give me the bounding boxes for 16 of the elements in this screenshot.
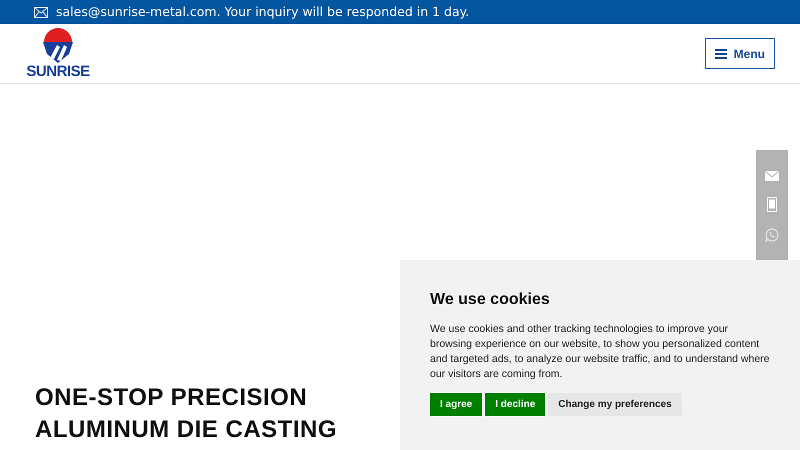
menu-icon: [714, 48, 727, 58]
cookie-button[interactable]: I decline: [485, 393, 546, 416]
mail-icon: [34, 6, 48, 18]
chat-icon[interactable]: [765, 228, 779, 242]
contact-text: sales@sunrise-metal.com. Your inquiry will be responded in 1 day.: [56, 2, 470, 21]
cookie-button[interactable]: I agree: [430, 393, 482, 416]
cookie-text: We use cookies and other tracking technologies to improve your browsing experience on our website, to show you personalized content and targeted ads, to analyze our website traffic, and to understand where our visitors are coming from.: [430, 322, 770, 382]
phone-icon[interactable]: [767, 197, 777, 212]
logo-text: SUNRISE: [26, 64, 90, 80]
mail-icon[interactable]: [765, 171, 779, 181]
cookie-title: We use cookies: [430, 290, 551, 310]
hero-heading: ONE-STOP PRECISION: [35, 383, 308, 413]
preferences-button[interactable]: Change my preferences: [548, 393, 682, 416]
menu-button[interactable]: Menu: [704, 38, 775, 69]
logo-icon: [41, 28, 75, 64]
hero-heading: ALUMINUM DIE CASTING: [35, 415, 337, 445]
